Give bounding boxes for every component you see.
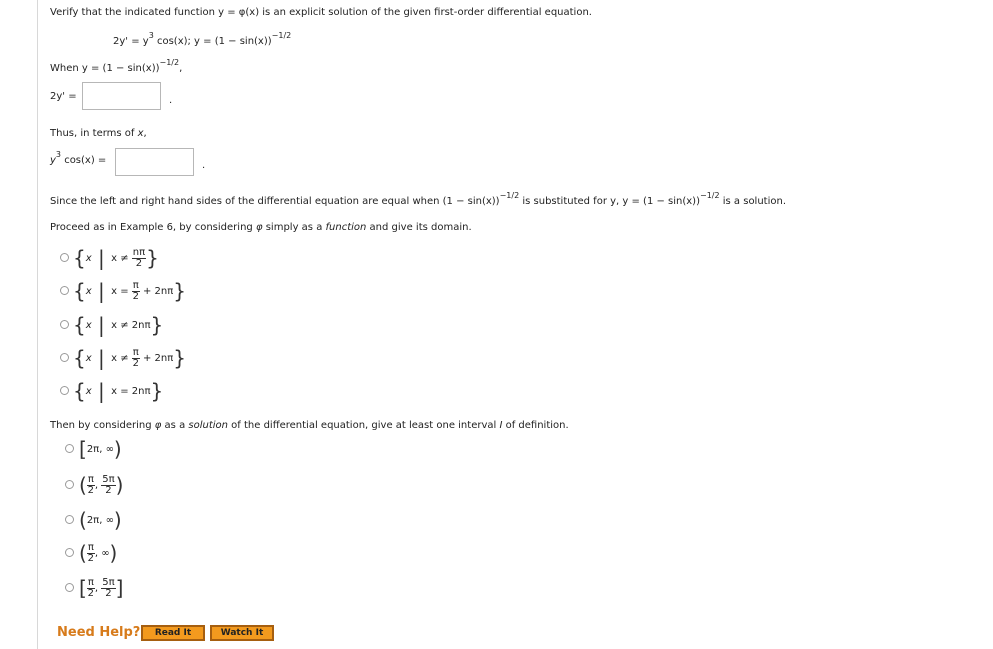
since-text: Since the left and right hand sides of t… [50,191,787,207]
problem-statement: Verify that the indicated function y = φ… [50,7,592,18]
then-text: Then by considering φ as a solution of t… [50,420,569,431]
interval-option-2: (π 2, 5π 2) [79,473,124,497]
domain-radio-3[interactable] [60,320,69,329]
question-panel [37,0,993,649]
proceed-text: Proceed as in Example 6, by considering … [50,222,472,233]
watch-it-button[interactable]: Watch It [210,625,274,641]
interval-radio-1[interactable] [65,444,74,453]
domain-option-3: {x | x ≠ 2nπ} [73,313,164,337]
interval-radio-3[interactable] [65,515,74,524]
interval-radio-5[interactable] [65,583,74,592]
domain-radio-4[interactable] [60,353,69,362]
domain-option-5: {x | x = 2nπ} [73,379,164,403]
interval-radio-2[interactable] [65,480,74,489]
domain-option-2: {x | x = π2 + 2nπ} [73,279,187,303]
interval-option-3: (2π, ∞) [79,508,122,532]
period-2: . [202,160,206,171]
read-it-button[interactable]: Read It [141,625,205,641]
interval-option-1: [2π, ∞) [79,437,122,461]
interval-option-4: (π 2, ∞) [79,541,118,565]
answer-2y-input[interactable] [82,82,161,110]
interval-option-5: [π 2, 5π 2] [79,576,124,600]
domain-option-1: {x | x ≠ nπ 2} [73,246,159,270]
label-y3: y3 cos(x) = [50,150,107,166]
equation: 2y' = y3 cos(x); y = (1 − sin(x))−1/2 [113,31,292,47]
period-1: . [169,95,173,106]
thus-text: Thus, in terms of x, [50,128,147,139]
need-help-label: Need Help? [57,625,141,640]
domain-radio-2[interactable] [60,286,69,295]
interval-radio-4[interactable] [65,548,74,557]
answer-y3-input[interactable] [115,148,194,176]
domain-radio-1[interactable] [60,253,69,262]
domain-option-4: {x | x ≠ π2 + 2nπ} [73,346,187,370]
label-2y: 2y' = [50,91,77,102]
when-text: When y = (1 − sin(x))−1/2, [50,58,183,74]
domain-radio-5[interactable] [60,386,69,395]
